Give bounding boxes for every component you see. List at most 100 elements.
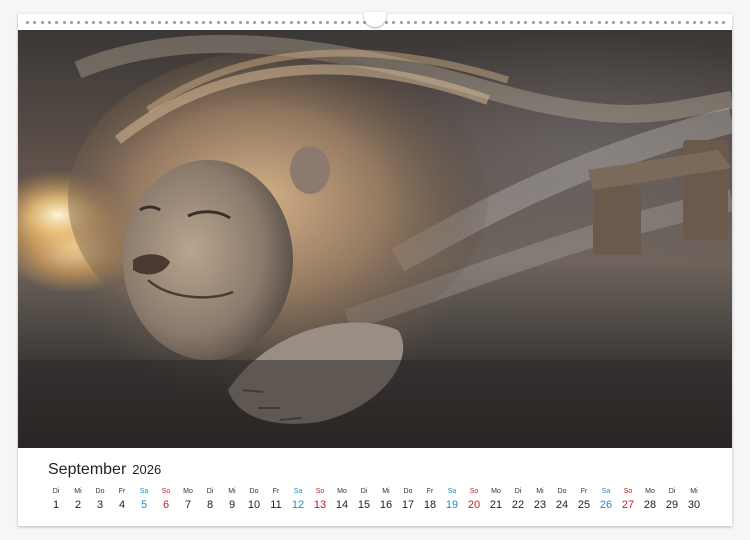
binding-ring	[399, 20, 403, 24]
binding-ring	[121, 20, 125, 24]
binding-ring	[560, 20, 564, 24]
year: 2026	[132, 462, 162, 477]
weekday-label: Mi	[690, 488, 698, 495]
binding-ring	[157, 20, 161, 24]
lion-ear	[290, 146, 330, 194]
binding-ring	[91, 20, 95, 24]
day-number: 3	[96, 499, 104, 511]
day-number: 16	[379, 499, 393, 511]
binding-ring	[62, 20, 66, 24]
binding-ring	[40, 20, 44, 24]
binding-ring	[245, 20, 249, 24]
binding-ring	[128, 20, 132, 24]
binding-ring	[597, 20, 601, 24]
weekday-label: Di	[206, 488, 214, 495]
binding-ring	[524, 20, 528, 24]
weekday-label: Fr	[118, 488, 126, 495]
day-number: 15	[357, 499, 371, 511]
calendar-day: Fr 25	[573, 487, 595, 512]
binding-ring	[216, 20, 220, 24]
weekday-label: So	[161, 488, 171, 495]
weekday-label: Fr	[426, 488, 434, 495]
binding-ring	[487, 20, 491, 24]
day-row: Di 1 Mi 2 Do 3 Fr 4 Sa 5 So 6 Mo 7 Di 8 Mi 9 Do 10 Fr 11 Sa 12 S…	[45, 487, 707, 517]
binding-ring	[311, 20, 315, 24]
calendar-day: Sa 26	[595, 487, 617, 512]
day-number: 20	[467, 499, 481, 511]
binding-ring	[685, 20, 689, 24]
day-number: 8	[206, 499, 214, 511]
day-number: 19	[445, 499, 459, 511]
weekday-label: So	[623, 488, 633, 495]
calendar-day: Mi 23	[529, 487, 551, 512]
binding-ring	[700, 20, 704, 24]
weekday-label: Mo	[337, 488, 347, 495]
binding-ring	[223, 20, 227, 24]
weekday-label: Mo	[491, 488, 501, 495]
binding-ring	[179, 20, 183, 24]
weekday-label: Di	[514, 488, 522, 495]
day-number: 28	[643, 499, 657, 511]
binding-ring	[47, 20, 51, 24]
binding-ring	[385, 20, 389, 24]
binding-ring	[69, 20, 73, 24]
binding-ring	[106, 20, 110, 24]
weekday-label: Sa	[447, 488, 457, 495]
weekday-label: Mi	[228, 488, 236, 495]
calendar-day: Di 8	[199, 487, 221, 512]
calendar-day: Fr 11	[265, 487, 287, 512]
calendar-day: Mi 2	[67, 487, 89, 512]
day-number: 21	[489, 499, 503, 511]
binding-ring	[194, 20, 198, 24]
binding-ring	[421, 20, 425, 24]
binding-ring	[495, 20, 498, 24]
day-number: 9	[228, 499, 236, 511]
day-number: 7	[184, 499, 192, 511]
ground-fog	[18, 360, 732, 448]
binding-ring	[678, 20, 682, 24]
day-number: 13	[313, 499, 327, 511]
binding-ring	[429, 20, 433, 24]
lion-illustration	[18, 34, 732, 448]
day-number: 4	[118, 499, 126, 511]
weekday-label: Sa	[139, 488, 149, 495]
calendar-day: Mo 14	[331, 487, 353, 512]
binding-ring	[458, 20, 462, 24]
weekday-label: Do	[249, 488, 259, 495]
binding-ring	[407, 20, 411, 24]
binding-ring	[143, 20, 147, 24]
weekday-label: Do	[403, 488, 413, 495]
binding-ring	[267, 20, 271, 24]
month-name: September	[48, 461, 127, 478]
weekday-label: Fr	[272, 488, 280, 495]
binding-ring	[612, 20, 616, 24]
binding-ring	[99, 20, 103, 24]
binding-ring	[626, 20, 630, 24]
binding-ring	[692, 20, 696, 24]
calendar-day: Di 22	[507, 487, 529, 512]
binding-ring	[333, 20, 337, 24]
calendar-day: Mo 21	[485, 487, 507, 512]
day-number: 30	[687, 499, 701, 511]
calendar-day: So 6	[155, 487, 177, 512]
binding-ring	[319, 20, 323, 24]
calendar-day: Sa 12	[287, 487, 309, 512]
weekday-label: Mi	[74, 488, 82, 495]
binding-ring	[604, 20, 608, 24]
calendar-day: Mo 28	[639, 487, 661, 512]
day-number: 14	[335, 499, 349, 511]
day-number: 23	[533, 499, 547, 511]
day-number: 27	[621, 499, 635, 511]
binding-ring	[414, 20, 418, 24]
binding-ring	[707, 20, 711, 24]
binding-ring	[304, 20, 308, 24]
binding-ring	[282, 20, 286, 24]
calendar-day: So 13	[309, 487, 331, 512]
calendar-day: Fr 4	[111, 487, 133, 512]
calendar-day: Do 24	[551, 487, 573, 512]
binding-ring	[392, 20, 396, 24]
day-number: 6	[162, 499, 170, 511]
binding-ring	[670, 20, 674, 24]
binding-ring	[84, 20, 88, 24]
calendar-day: Di 15	[353, 487, 375, 512]
